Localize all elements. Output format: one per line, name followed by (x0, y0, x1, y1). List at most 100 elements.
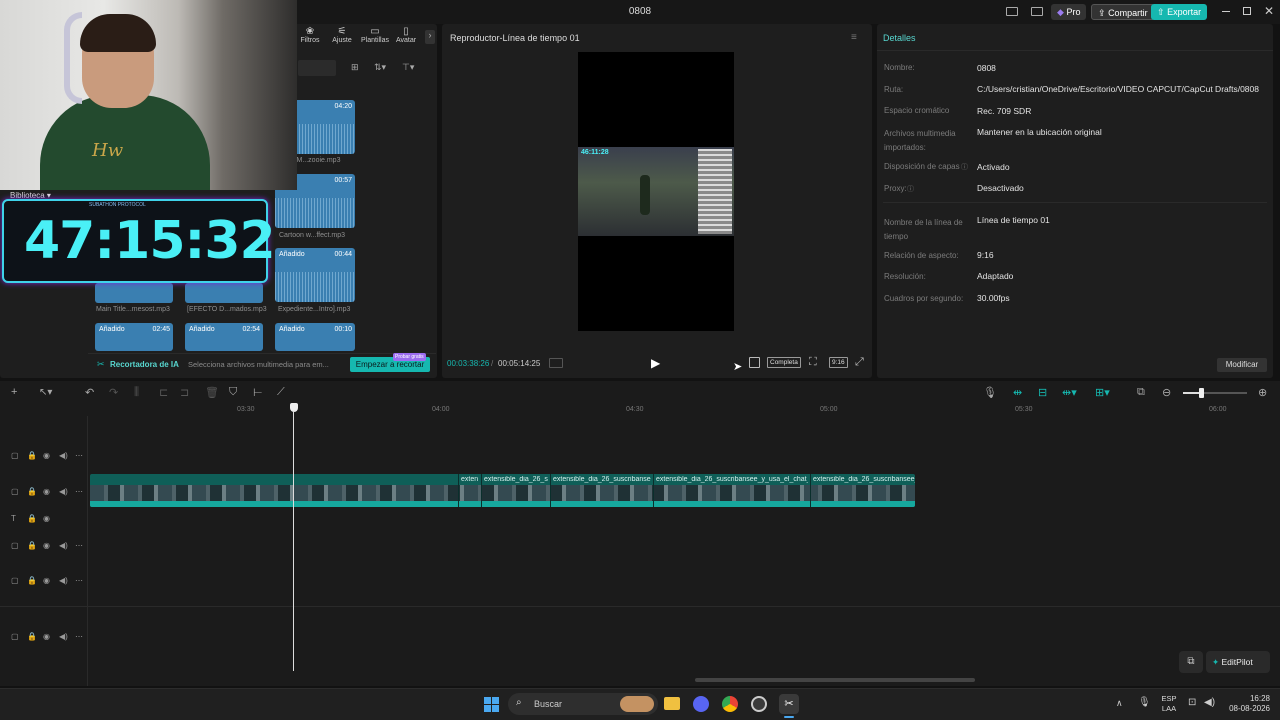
more-icon[interactable]: ⋯ (75, 576, 83, 585)
aspect-ratio-button[interactable]: 9:16 (829, 357, 848, 368)
caption-icon[interactable]: ⧉ (1137, 386, 1145, 399)
audio-icon[interactable]: ◀) (59, 451, 68, 460)
taskbar-search[interactable]: ⌕ Buscar (508, 693, 658, 715)
play-button[interactable]: ▶ (651, 356, 660, 370)
crop-icon[interactable] (749, 357, 760, 368)
link-icon[interactable]: ⇹▾ (1062, 386, 1077, 399)
audio-icon[interactable]: ◀) (59, 576, 68, 585)
more-icon[interactable]: ⋯ (75, 487, 83, 496)
minimize-icon[interactable] (1222, 11, 1230, 12)
lock-icon[interactable]: 🔒 (27, 576, 37, 585)
zoom-slider-handle[interactable] (1199, 388, 1204, 398)
chevron-up-icon[interactable]: ∧ (1116, 698, 1123, 709)
media-card[interactable]: Añadido 02:45 (95, 323, 173, 351)
more-icon[interactable]: ⋯ (75, 541, 83, 550)
file-explorer-icon[interactable] (664, 697, 680, 710)
video-clip[interactable]: extensible_dia_26_suscribansee_ (550, 474, 652, 507)
split-left-icon[interactable]: ⊏ (159, 386, 168, 399)
avatar-tab[interactable]: ▯ Avatar (394, 26, 418, 44)
close-icon[interactable]: ✕ (1264, 4, 1274, 18)
templates-tab[interactable]: ▭ Plantillas (358, 26, 392, 44)
add-icon[interactable]: + (11, 386, 17, 398)
zoom-in-icon[interactable]: ⊕ (1258, 386, 1267, 399)
windows-start-icon[interactable] (484, 697, 499, 712)
modify-button[interactable]: Modificar (1217, 358, 1267, 372)
player-menu-icon[interactable]: ≡ (851, 32, 857, 43)
media-card[interactable] (185, 283, 263, 303)
full-quality-button[interactable]: Completa (767, 357, 801, 368)
language-indicator[interactable]: ESP LAA (1158, 694, 1180, 714)
chevron-right-icon[interactable]: › (425, 30, 435, 44)
grid-view-icon[interactable]: ⊞ (351, 62, 359, 73)
maximize-icon[interactable] (1243, 7, 1251, 15)
media-card[interactable] (95, 283, 173, 303)
export-button[interactable]: ⇧ Exportar (1151, 4, 1208, 20)
preview-axis-icon[interactable]: ⊞▾ (1095, 386, 1110, 399)
chrome-icon[interactable] (722, 696, 738, 712)
lock-icon[interactable]: 🔒 (27, 632, 37, 641)
lock-icon[interactable]: 🔒 (27, 514, 37, 523)
timeline-thumbnail-icon[interactable] (549, 358, 563, 368)
split-icon[interactable]: ⫼ (134, 386, 139, 399)
volume-icon[interactable]: ◀) (1204, 697, 1215, 708)
visibility-icon[interactable]: ◉ (43, 632, 50, 641)
visibility-icon[interactable]: ◉ (43, 576, 50, 585)
capcut-icon[interactable]: ✂ (779, 694, 799, 714)
media-card[interactable]: Añadido 00:44 (275, 248, 355, 302)
marker-icon[interactable]: ⛉ (229, 386, 237, 399)
info-icon[interactable]: ⓘ (907, 184, 914, 194)
share-button[interactable]: ⇪ Compartir (1091, 4, 1155, 20)
media-card[interactable]: Añadido 02:54 (185, 323, 263, 351)
audio-icon[interactable]: ◀) (59, 541, 68, 550)
video-clip[interactable]: extensible_dia_26_su (481, 474, 549, 507)
magnet-icon[interactable]: ⊟ (1038, 386, 1047, 399)
adjust-tab[interactable]: ⚟ Ajuste (328, 26, 356, 44)
more-icon[interactable]: ⋯ (75, 451, 83, 460)
split-right-icon[interactable]: ⊐ (180, 386, 189, 399)
pro-button[interactable]: ◆ Pro (1051, 4, 1087, 20)
obs-icon[interactable] (751, 696, 767, 712)
track-header: ▢ 🔒 ◉ ◀) ⋯ (0, 487, 88, 501)
filter-icon[interactable]: ⊤▾ (402, 62, 414, 73)
visibility-icon[interactable]: ◉ (43, 451, 50, 460)
keyboard-icon[interactable] (1031, 7, 1043, 16)
visibility-icon[interactable]: ◉ (43, 541, 50, 550)
editpilot-button[interactable]: ✦ EditPilot (1206, 651, 1270, 673)
audio-icon[interactable]: ◀) (59, 632, 68, 641)
undo-icon[interactable]: ↶ (85, 386, 94, 399)
lock-icon[interactable]: 🔒 (27, 451, 37, 460)
video-clip[interactable]: exten (458, 474, 480, 507)
discord-icon[interactable] (693, 696, 709, 712)
clock[interactable]: 16:28 08-08-2026 (1222, 694, 1270, 714)
search-field[interactable] (298, 60, 336, 76)
zoom-out-icon[interactable]: ⊖ (1162, 386, 1171, 399)
redo-icon[interactable]: ↷ (109, 386, 118, 399)
network-icon[interactable]: ⊡ (1188, 697, 1196, 708)
video-clip[interactable]: extensible_dia_26_suscribansee_y_usa_el_… (653, 474, 809, 507)
lock-icon[interactable]: 🔒 (27, 487, 37, 496)
media-card[interactable]: Añadido 00:10 (275, 323, 355, 351)
visibility-icon[interactable]: ◉ (43, 487, 50, 496)
audio-icon[interactable]: ◀) (59, 487, 68, 496)
layout-icon[interactable] (1006, 7, 1018, 16)
microphone-icon[interactable]: 🎙 (983, 386, 997, 399)
caption-toggle-button[interactable]: ⧉ (1179, 651, 1203, 673)
info-icon[interactable]: ⓘ (961, 162, 968, 172)
video-clip[interactable]: extensible_dia_26_suscribansee_y (810, 474, 915, 507)
playhead-line[interactable] (293, 411, 294, 671)
filters-tab[interactable]: ❀ Filtros (296, 26, 324, 44)
ai-cut-icon[interactable]: ⟋ (277, 386, 285, 399)
timeline-scrollbar[interactable] (695, 678, 975, 682)
more-icon[interactable]: ⋯ (75, 632, 83, 641)
select-tool-icon[interactable]: ↖▾ (39, 387, 52, 398)
fullscreen-icon[interactable]: ⤢ (855, 356, 864, 369)
sort-icon[interactable]: ⇅▾ (374, 62, 386, 73)
focus-icon[interactable]: ⛶ (809, 356, 817, 369)
delete-icon[interactable]: 🗑 (205, 386, 219, 399)
lock-icon[interactable]: 🔒 (27, 541, 37, 550)
microphone-tray-icon[interactable]: 🎙 (1138, 697, 1151, 708)
freeze-icon[interactable]: ⊢ (253, 386, 263, 399)
visibility-icon[interactable]: ◉ (43, 514, 50, 523)
playhead-handle[interactable] (290, 403, 298, 412)
link-clips-icon[interactable]: ⇹ (1013, 386, 1022, 399)
